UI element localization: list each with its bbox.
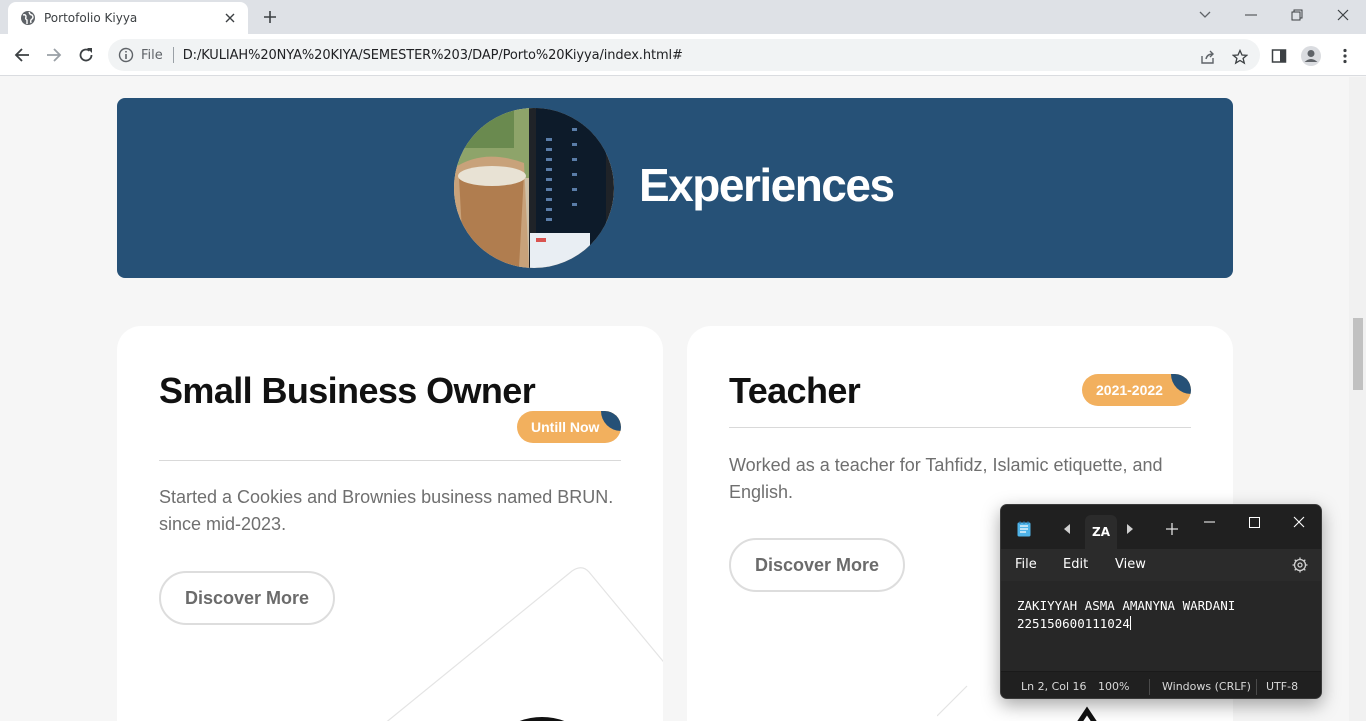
decorative-shape	[386, 567, 663, 721]
card-divider	[159, 460, 621, 461]
menu-file[interactable]: File	[1015, 557, 1037, 572]
new-tab-plus-icon[interactable]	[1165, 522, 1179, 536]
menu-edit[interactable]: Edit	[1063, 557, 1088, 572]
minimize-button[interactable]	[1228, 0, 1274, 30]
period-badge: Untill Now	[517, 411, 621, 443]
close-icon	[1337, 9, 1349, 21]
site-info-label: File	[141, 47, 163, 63]
badge-corner-decoration	[601, 411, 621, 431]
notepad-tab[interactable]: ZA	[1085, 515, 1117, 549]
scroll-tabs-right-icon[interactable]	[1125, 523, 1135, 535]
card-title: Small Business Owner	[159, 370, 536, 411]
minimize-icon	[1203, 521, 1215, 523]
url-text[interactable]: D:/KULIAH%20NYA%20KIYA/SEMESTER%203/DAP/…	[183, 48, 683, 63]
site-info-button[interactable]: File	[118, 47, 163, 63]
period-badge: 2021-2022	[1082, 374, 1191, 406]
experiences-banner: Experiences	[117, 98, 1233, 278]
notepad-maximize-button[interactable]	[1243, 511, 1265, 533]
forward-button[interactable]	[40, 41, 68, 69]
chevron-down-icon	[1199, 11, 1211, 18]
page-scrollbar[interactable]	[1349, 77, 1366, 721]
browser-tab-strip: Portofolio Kiyya	[0, 0, 1366, 34]
notepad-window: ZA File Edit View ZAKIYYAH ASMA AMANYNA …	[1000, 504, 1322, 699]
text-line-2: 225150600111024	[1017, 616, 1130, 631]
address-bar[interactable]: File D:/KULIAH%20NYA%20KIYA/SEMESTER%203…	[108, 39, 1260, 71]
kebab-menu-icon	[1343, 48, 1347, 64]
info-icon	[118, 47, 134, 63]
scroll-tabs-left-icon[interactable]	[1062, 523, 1072, 535]
card-divider	[729, 427, 1191, 428]
card-description: Worked as a teacher for Tahfidz, Islamic…	[729, 455, 1163, 502]
new-tab-button[interactable]	[258, 5, 282, 29]
card-title: Teacher	[729, 370, 861, 411]
notepad-statusbar: Ln 2, Col 16 100% Windows (CRLF) UTF-8	[1001, 671, 1321, 698]
share-button[interactable]	[1198, 47, 1218, 67]
notepad-text-area[interactable]: ZAKIYYAH ASMA AMANYNA WARDANI 2251506001…	[1001, 581, 1321, 671]
experience-card-business-owner: Small Business Owner Untill Now Started …	[117, 326, 663, 721]
text-line-2-container: 225150600111024	[1017, 615, 1307, 633]
badge-label: 2021-2022	[1096, 382, 1163, 398]
tab-title: Portofolio Kiyya	[44, 11, 138, 25]
minimize-icon	[1245, 14, 1257, 16]
close-window-button[interactable]	[1320, 0, 1366, 30]
restore-icon	[1291, 9, 1303, 21]
avatar-icon	[1301, 46, 1321, 66]
notepad-close-button[interactable]	[1288, 511, 1310, 533]
status-separator	[1256, 679, 1257, 695]
badge-label: Untill Now	[531, 419, 600, 435]
notepad-minimize-button[interactable]	[1198, 511, 1220, 533]
profile-button[interactable]	[1300, 45, 1322, 67]
line-ending: Windows (CRLF)	[1162, 680, 1251, 693]
reload-button[interactable]	[72, 41, 100, 69]
restore-button[interactable]	[1274, 0, 1320, 30]
card-description: Started a Cookies and Brownies business …	[159, 487, 614, 534]
discover-more-button[interactable]: Discover More	[729, 538, 905, 592]
text-caret	[1129, 616, 1131, 630]
menu-view[interactable]: View	[1115, 557, 1146, 572]
settings-gear-icon[interactable]	[1291, 556, 1309, 574]
browser-tab[interactable]: Portofolio Kiyya	[8, 2, 248, 34]
notepad-titlebar: ZA	[1001, 505, 1321, 549]
arrow-right-icon	[47, 48, 62, 62]
back-button[interactable]	[8, 41, 36, 69]
zoom-level: 100%	[1098, 680, 1130, 693]
badge-corner-decoration	[1171, 374, 1191, 394]
notepad-app-icon	[1017, 521, 1031, 537]
bookmark-button[interactable]	[1230, 47, 1250, 67]
share-icon	[1201, 50, 1214, 64]
close-tab-icon[interactable]	[222, 10, 238, 26]
tab-search-button[interactable]	[1182, 0, 1228, 30]
text-line-1: ZAKIYYAH ASMA AMANYNA WARDANI	[1017, 598, 1236, 613]
menu-button[interactable]	[1334, 45, 1356, 67]
star-icon	[1232, 49, 1248, 65]
close-icon	[1293, 516, 1305, 528]
maximize-icon	[1248, 516, 1260, 528]
side-panel-icon	[1271, 49, 1287, 63]
scrollbar-thumb[interactable]	[1353, 318, 1363, 390]
browser-toolbar: File D:/KULIAH%20NYA%20KIYA/SEMESTER%203…	[0, 34, 1366, 76]
notepad-menubar: File Edit View	[1001, 549, 1321, 581]
encoding: UTF-8	[1266, 680, 1299, 693]
reload-icon	[79, 48, 93, 62]
status-separator	[1149, 679, 1150, 695]
globe-icon	[21, 11, 35, 25]
discover-more-button[interactable]: Discover More	[159, 571, 335, 625]
arrow-left-icon	[14, 48, 29, 62]
page-title: Experiences	[639, 159, 895, 211]
side-panel-button[interactable]	[1268, 45, 1290, 67]
address-separator	[172, 47, 174, 63]
plus-icon	[264, 11, 276, 23]
profile-photo	[454, 108, 614, 268]
cursor-position: Ln 2, Col 16	[1021, 680, 1087, 693]
